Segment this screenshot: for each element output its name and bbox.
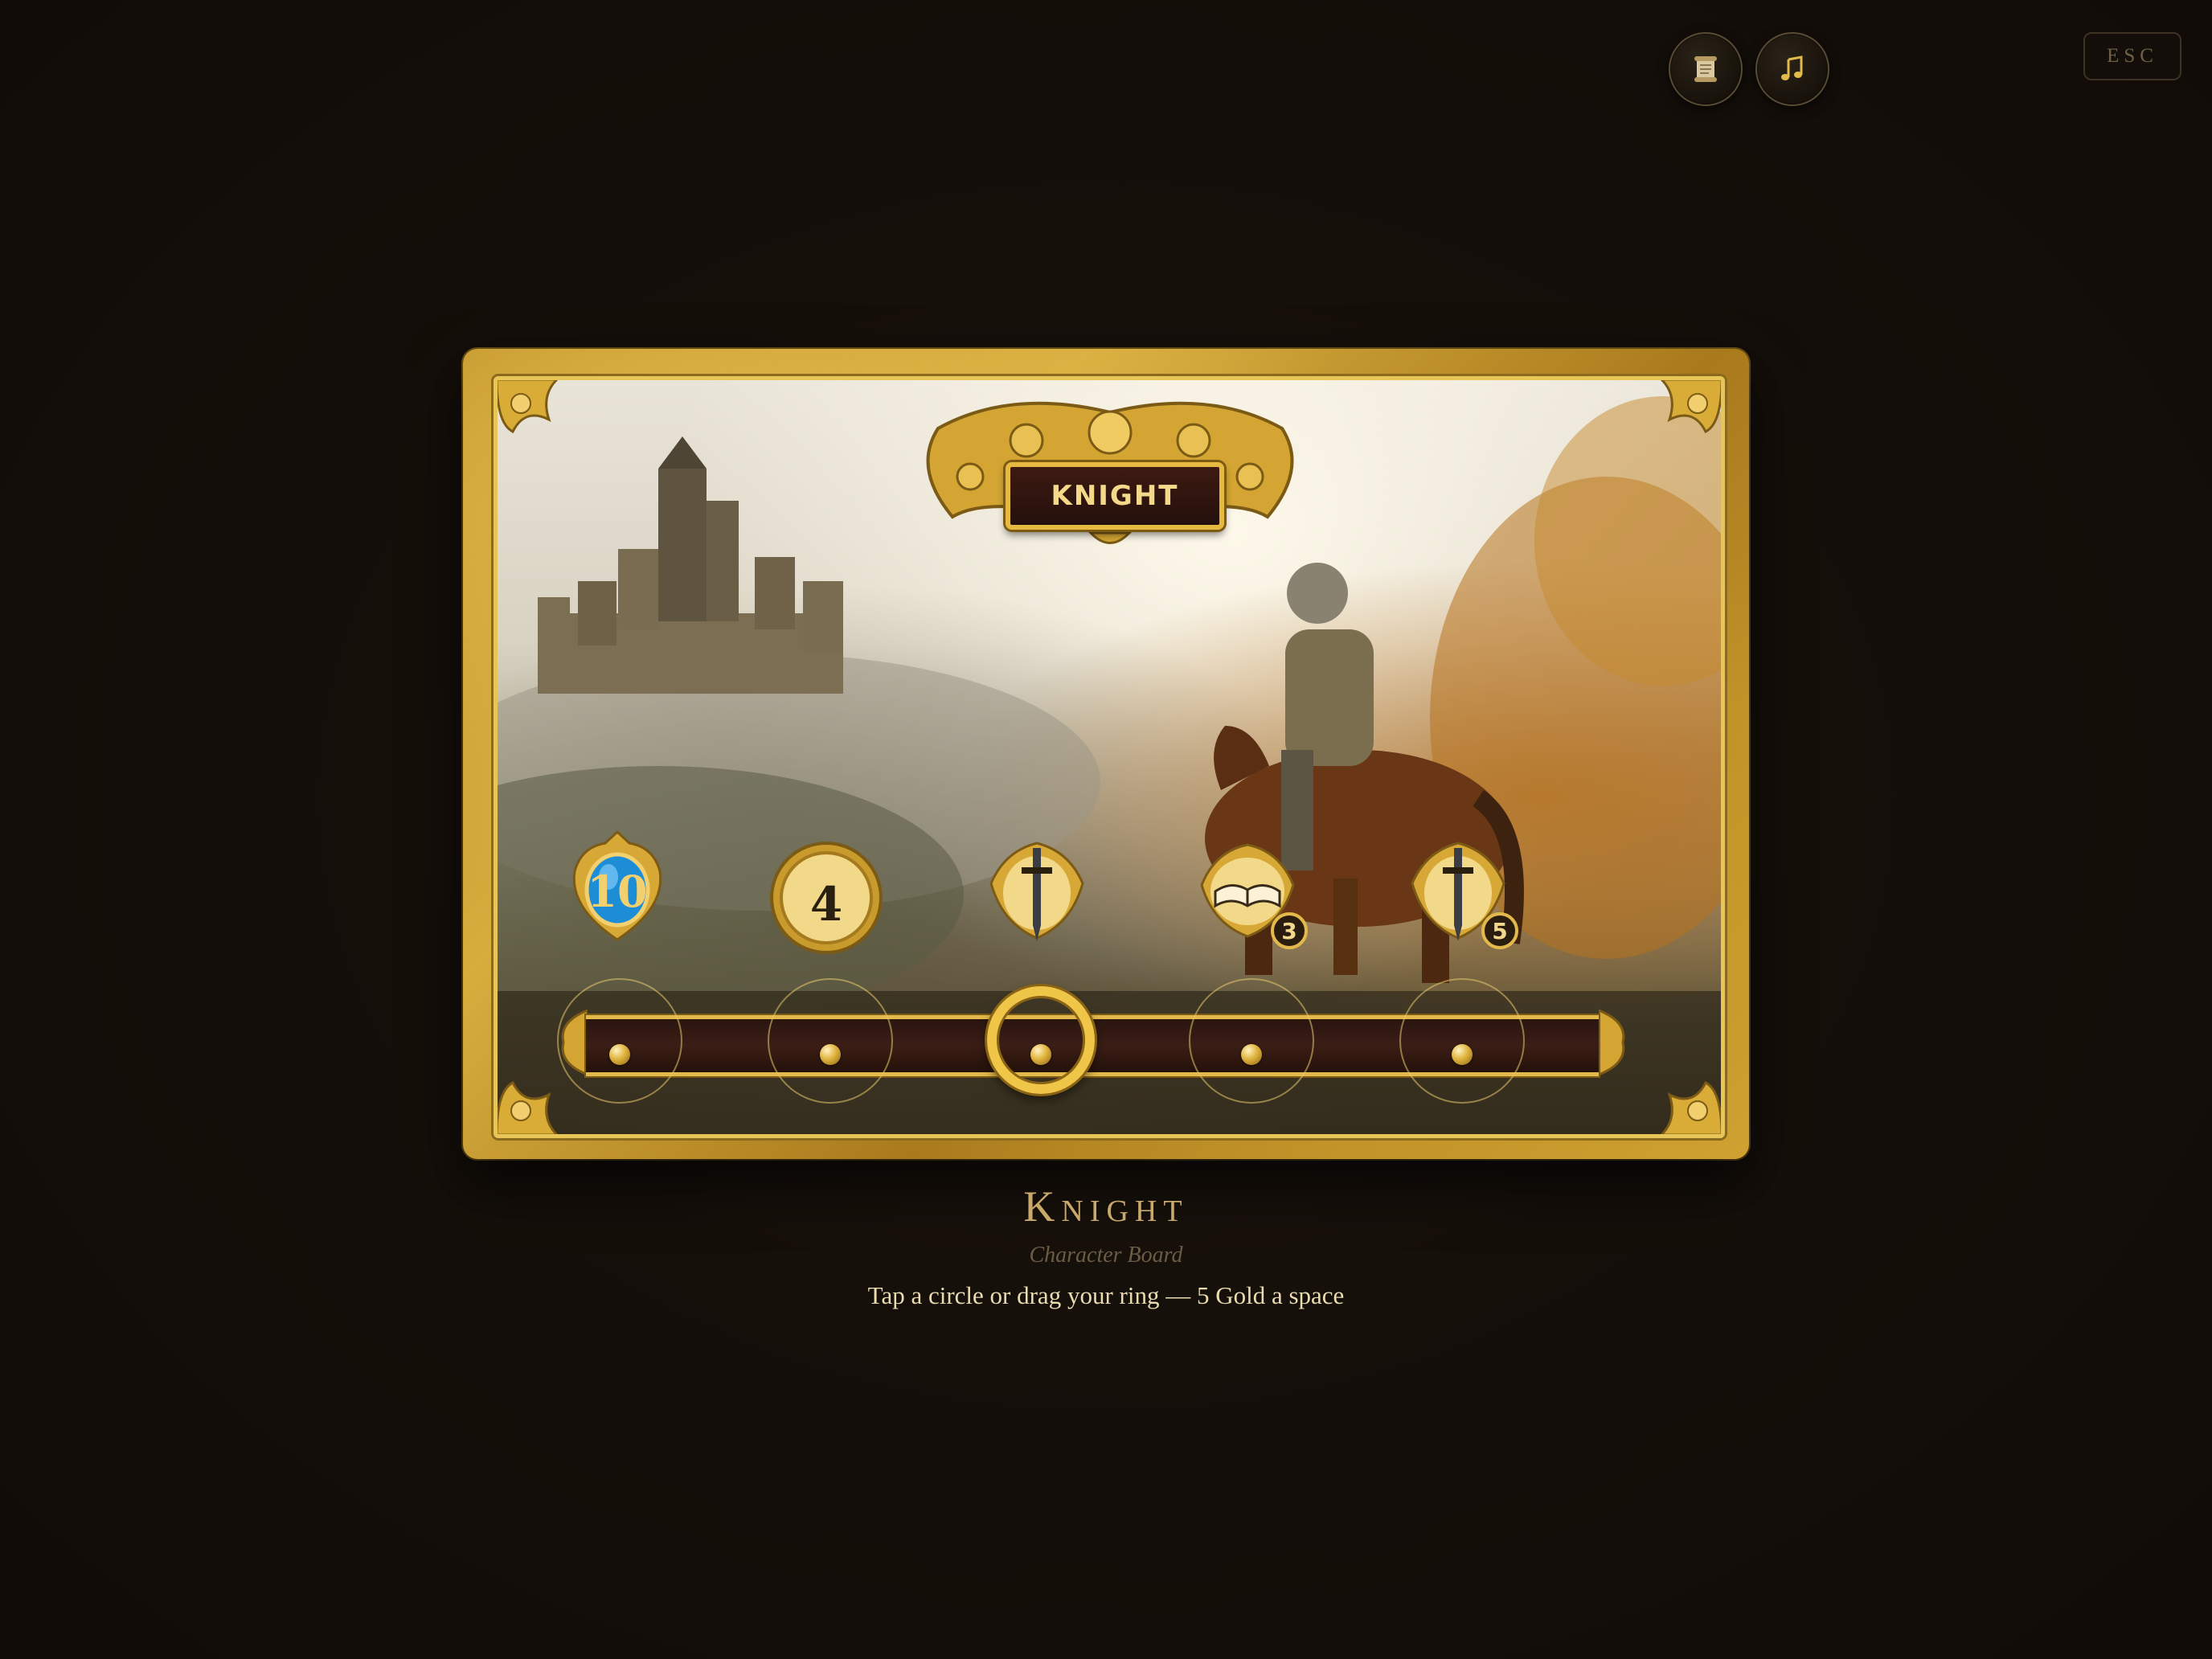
player-ring[interactable]: [987, 986, 1095, 1094]
sword-icon: 5: [1398, 835, 1518, 956]
rules-scroll-button[interactable]: [1669, 32, 1743, 106]
character-subtitle: Character Board: [1029, 1243, 1183, 1268]
instructions-text: Tap a circle or drag your ring — 5 Gold …: [867, 1281, 1345, 1309]
corner-ornament: [1658, 380, 1721, 434]
track-slot-5[interactable]: [1399, 978, 1525, 1104]
sword-count-badge: 5: [1481, 912, 1518, 949]
slot-gem: [1452, 1044, 1473, 1065]
board-artwork-frame: KNIGHT 10 4 3 5: [494, 376, 1725, 1138]
track-slot-4[interactable]: [1189, 978, 1314, 1104]
music-note-icon: [1781, 55, 1803, 80]
track-slot-2[interactable]: [768, 978, 893, 1104]
slot-gem: [1241, 1044, 1262, 1065]
corner-ornament: [1658, 1080, 1721, 1134]
book-count-badge: 3: [1271, 912, 1308, 949]
track-end-ornament: [1599, 1009, 1625, 1076]
scroll-icon: [1694, 56, 1717, 82]
blue-gem-shield-icon: 10: [557, 827, 678, 948]
escape-button[interactable]: ESC: [2083, 32, 2181, 80]
coin-value: 4: [809, 877, 843, 932]
corner-ornament: [498, 380, 559, 434]
character-board: KNIGHT 10 4 3 5: [463, 349, 1749, 1159]
music-toggle-button[interactable]: [1755, 32, 1829, 106]
track-slot-1[interactable]: [557, 978, 682, 1104]
character-name: Knight: [1023, 1182, 1189, 1231]
slot-gem: [609, 1044, 630, 1065]
sword-icon: [977, 835, 1097, 956]
slot-gem: [820, 1044, 841, 1065]
castle-illustration: [538, 436, 843, 694]
book-icon: 3: [1187, 835, 1308, 956]
shield-value: 10: [587, 866, 648, 917]
title-plaque-ornament: KNIGHT: [890, 396, 1330, 557]
gold-coin-icon: 4: [766, 840, 887, 961]
character-title-plaque: KNIGHT: [1006, 462, 1224, 530]
